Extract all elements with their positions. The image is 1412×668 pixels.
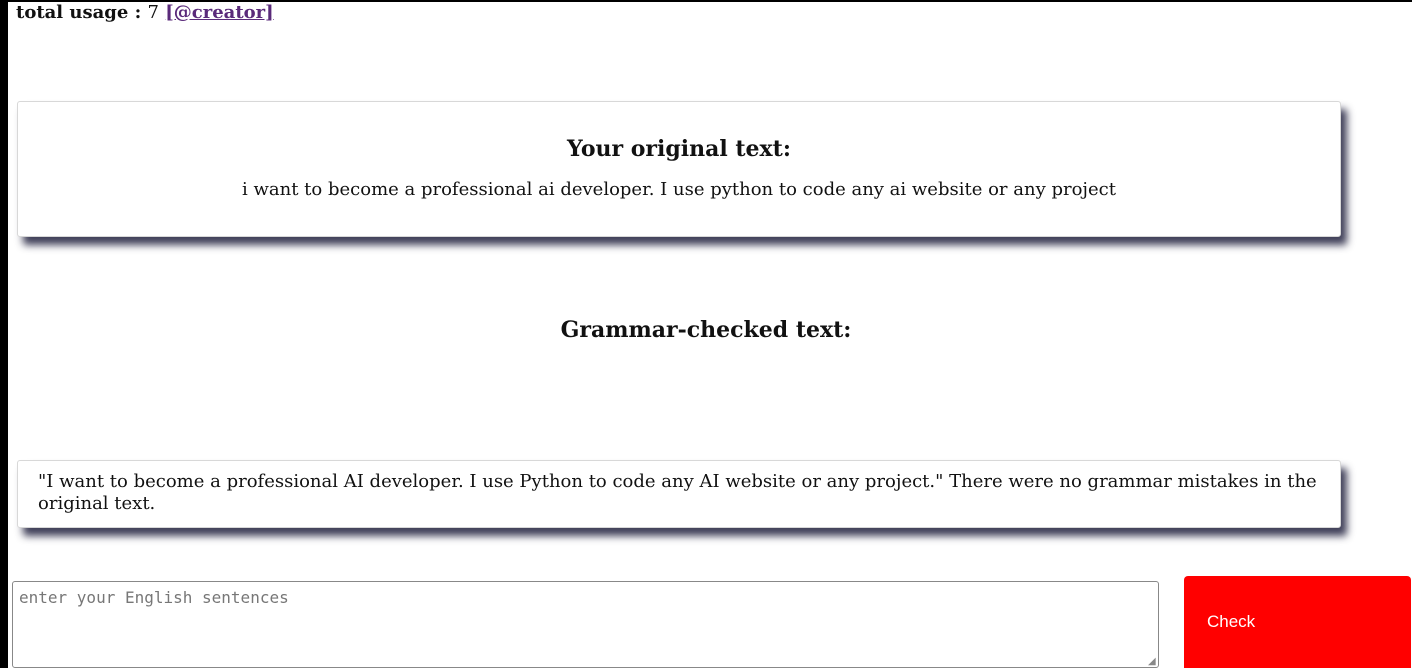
usage-label: total usage : <box>16 2 148 23</box>
checked-text-card: "I want to become a professional AI deve… <box>17 460 1341 528</box>
usage-line: total usage : 7 [@creator] <box>16 2 274 24</box>
original-text-content: i want to become a professional ai devel… <box>242 179 1116 200</box>
sentence-input[interactable] <box>12 581 1159 668</box>
checked-text-heading: Grammar-checked text: <box>560 317 852 343</box>
resize-grip-icon[interactable]: ◢ <box>1148 657 1158 667</box>
check-button[interactable]: Check <box>1184 576 1411 668</box>
usage-count: 7 <box>147 2 159 23</box>
checked-text-content: "I want to become a professional AI deve… <box>38 471 1317 514</box>
original-text-card: Your original text: i want to become a p… <box>17 101 1341 237</box>
original-text-heading: Your original text: <box>567 136 791 162</box>
creator-link[interactable]: [@creator] <box>165 2 273 23</box>
